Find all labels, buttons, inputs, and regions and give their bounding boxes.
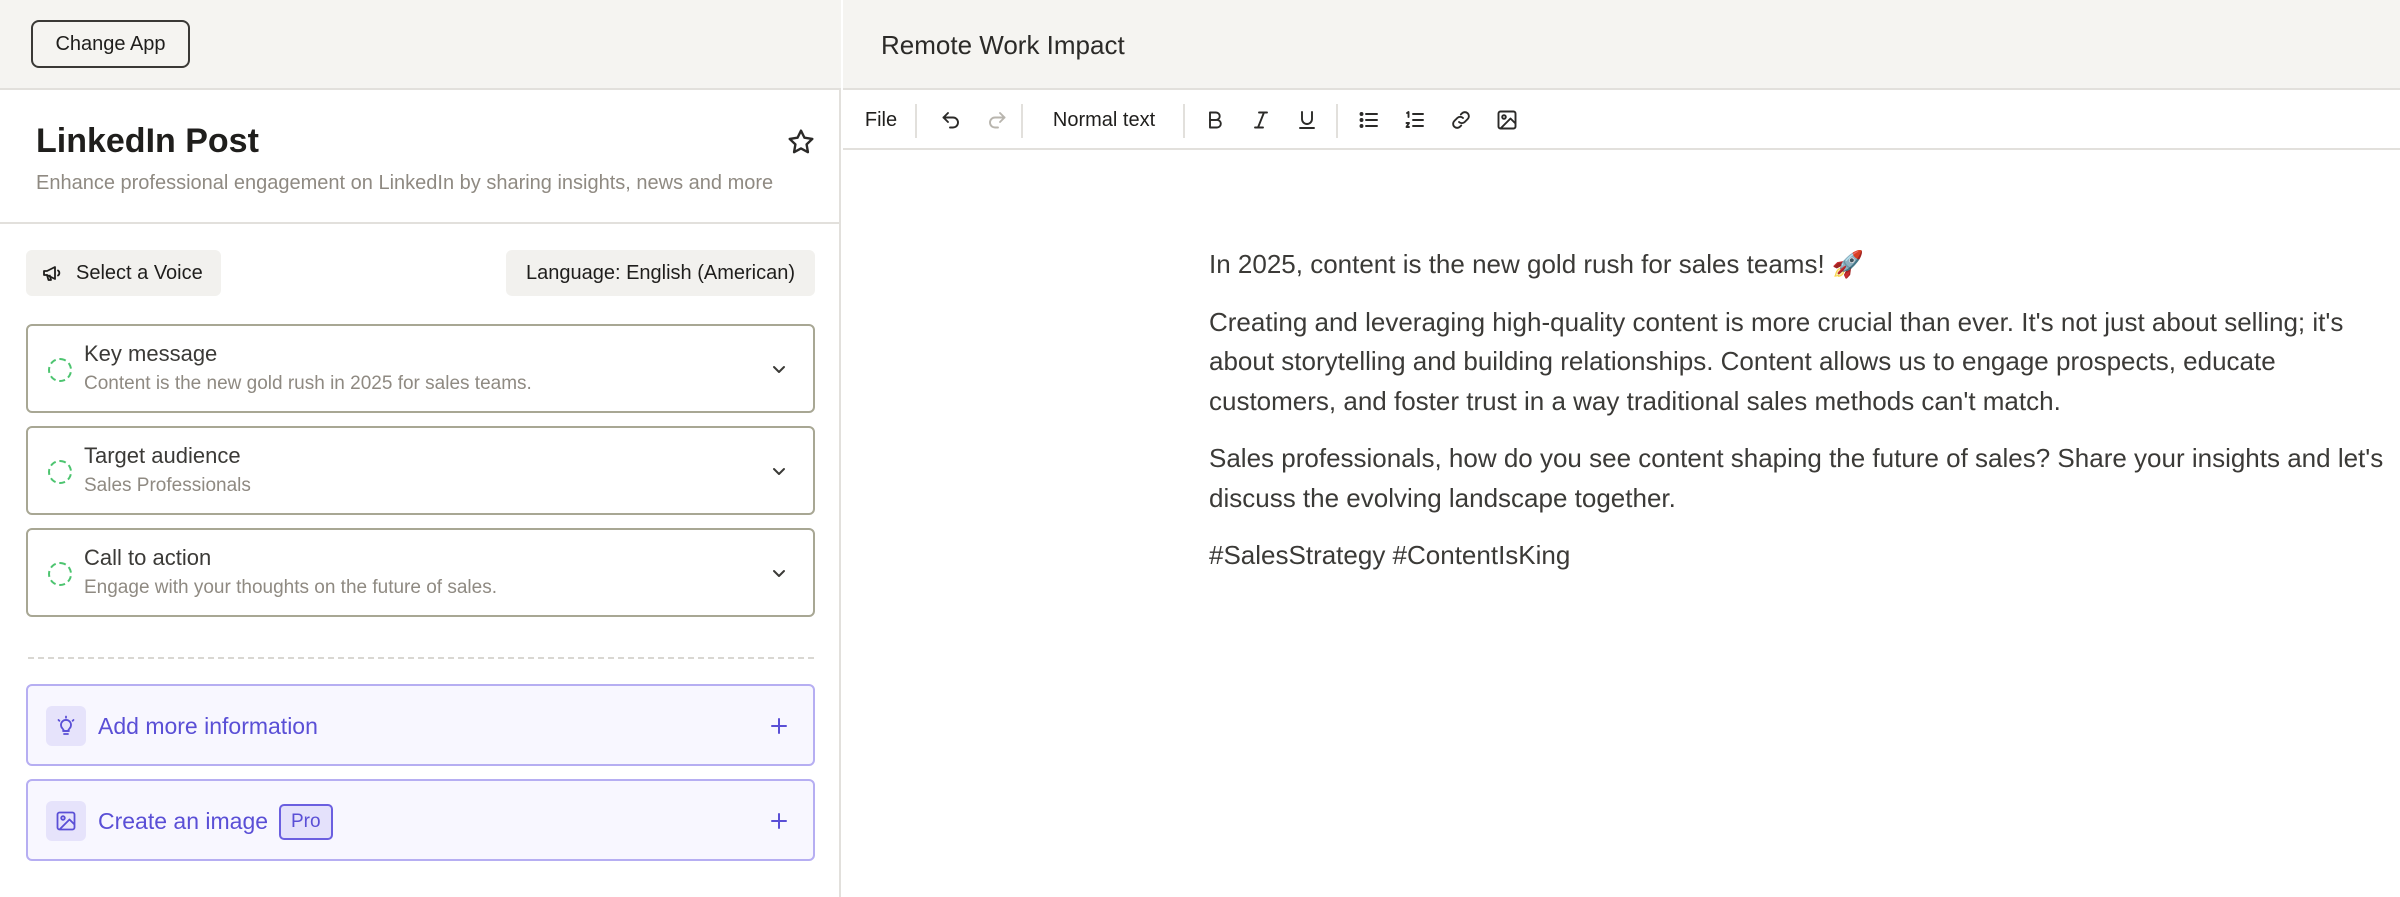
image-icon bbox=[1497, 110, 1517, 130]
accordion-call-to-action[interactable]: Call to action Engage with your thoughts… bbox=[26, 528, 815, 617]
accordion-value: Sales Professionals bbox=[84, 475, 251, 496]
accordion-value: Content is the new gold rush in 2025 for… bbox=[84, 373, 532, 394]
insert-image-button[interactable] bbox=[1487, 90, 1527, 150]
paragraph: In 2025, content is the new gold rush fo… bbox=[1209, 249, 1865, 279]
numbered-list-icon bbox=[1405, 111, 1424, 128]
tool-title: LinkedIn Post bbox=[36, 122, 259, 160]
paragraph: #SalesStrategy #ContentIsKing bbox=[1209, 540, 1571, 570]
toolbar-separator bbox=[915, 104, 917, 138]
status-dot-icon bbox=[48, 562, 72, 586]
undo-button[interactable] bbox=[931, 90, 971, 150]
redo-icon bbox=[989, 112, 1006, 129]
bold-button[interactable] bbox=[1195, 90, 1235, 150]
accordion-key-message[interactable]: Key message Content is the new gold rush… bbox=[26, 324, 815, 413]
document-title[interactable]: Remote Work Impact bbox=[881, 30, 1125, 61]
create-image-button[interactable]: Create an image Pro bbox=[26, 779, 815, 861]
left-top-bar: Change App bbox=[0, 0, 841, 90]
numbered-list-button[interactable] bbox=[1395, 90, 1435, 150]
paragraph: Sales professionals, how do you see cont… bbox=[1209, 443, 2384, 513]
italic-button[interactable] bbox=[1241, 90, 1281, 150]
paragraph: Creating and leveraging high-quality con… bbox=[1209, 306, 2344, 416]
chevron-down-icon bbox=[773, 468, 785, 475]
section-divider bbox=[28, 657, 814, 659]
select-voice-button[interactable]: Select a Voice bbox=[26, 250, 221, 296]
undo-icon bbox=[942, 112, 959, 129]
language-button[interactable]: Language: English (American) bbox=[506, 250, 815, 296]
document-editor[interactable]: In 2025, content is the new gold rush fo… bbox=[1209, 245, 2389, 594]
redo-button[interactable] bbox=[977, 90, 1017, 150]
italic-icon bbox=[1254, 111, 1268, 129]
tool-subtitle: Enhance professional engagement on Linke… bbox=[36, 172, 774, 194]
document-header: Remote Work Impact bbox=[843, 0, 2400, 90]
megaphone-icon bbox=[43, 266, 61, 281]
status-dot-icon bbox=[48, 460, 72, 484]
create-image-label: Create an image bbox=[98, 808, 269, 834]
select-voice-label: Select a Voice bbox=[76, 261, 203, 284]
toolbar-separator bbox=[1336, 104, 1338, 138]
app-window: Change App LinkedIn Post Enhance profess… bbox=[0, 0, 2400, 897]
bullet-list-button[interactable] bbox=[1349, 90, 1389, 150]
accordion-label: Target audience bbox=[84, 443, 241, 468]
language-label: Language: English (American) bbox=[525, 261, 796, 284]
change-app-button[interactable]: Change App bbox=[31, 20, 190, 68]
editor-toolbar: File Normal text bbox=[843, 90, 2400, 150]
accordion-value: Engage with your thoughts on the future … bbox=[84, 577, 497, 598]
plus-icon bbox=[771, 718, 787, 734]
chevron-down-icon bbox=[773, 366, 785, 373]
document-panel: Remote Work Impact File Normal text In 2… bbox=[843, 0, 2400, 897]
add-more-information-button[interactable]: Add more information bbox=[26, 684, 815, 766]
accordion-label: Call to action bbox=[84, 545, 212, 570]
bullet-list-icon bbox=[1359, 112, 1378, 128]
text-style-select[interactable]: Normal text bbox=[1039, 90, 1169, 150]
link-icon bbox=[1452, 111, 1470, 129]
toolbar-separator bbox=[1021, 104, 1023, 138]
file-menu[interactable]: File bbox=[861, 90, 901, 150]
left-panel: Change App LinkedIn Post Enhance profess… bbox=[0, 0, 841, 897]
status-dot-icon bbox=[48, 358, 72, 382]
chevron-down-icon bbox=[773, 570, 785, 577]
underline-icon bbox=[1299, 111, 1315, 129]
plus-icon bbox=[771, 813, 787, 829]
bold-icon bbox=[1209, 111, 1222, 129]
pro-badge: Pro bbox=[279, 804, 333, 840]
accordion-label: Key message bbox=[84, 341, 218, 366]
link-button[interactable] bbox=[1441, 90, 1481, 150]
add-more-information-label: Add more information bbox=[98, 713, 318, 739]
lightbulb-icon bbox=[46, 706, 86, 746]
underline-button[interactable] bbox=[1287, 90, 1327, 150]
star-icon[interactable] bbox=[785, 126, 817, 158]
tool-header: LinkedIn Post Enhance professional engag… bbox=[0, 92, 839, 224]
accordion-target-audience[interactable]: Target audience Sales Professionals bbox=[26, 426, 815, 515]
image-icon bbox=[46, 801, 86, 841]
toolbar-separator bbox=[1183, 104, 1185, 138]
